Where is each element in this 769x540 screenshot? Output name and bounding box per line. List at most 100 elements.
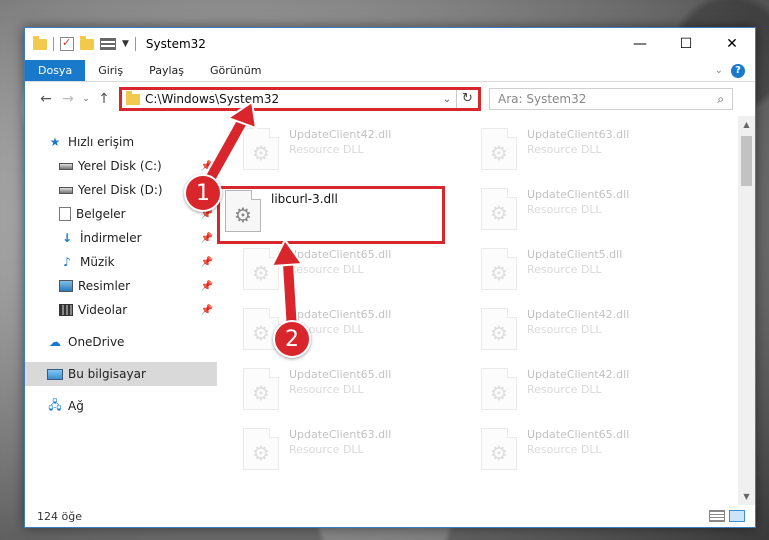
view-buttons (709, 510, 755, 522)
minimize-button[interactable]: — (617, 28, 663, 60)
file-name: UpdateClient65.dll (527, 188, 630, 201)
network-icon: 🖧 (48, 397, 62, 412)
chevron-down-icon[interactable]: ▼ (122, 39, 129, 49)
tab-home[interactable]: Giriş (85, 60, 136, 81)
gear-icon: ⚙ (490, 321, 508, 345)
file-type: Resource DLL (527, 323, 602, 336)
pin-icon[interactable]: 📌 (201, 305, 213, 316)
tab-file[interactable]: Dosya (25, 60, 86, 81)
file-name: UpdateClient65.dll (527, 428, 630, 441)
dll-file-icon: ⚙ (481, 128, 517, 170)
recent-locations-icon[interactable]: ⌄ (79, 94, 93, 104)
refresh-icon[interactable]: ↻ (456, 90, 478, 108)
details-view-icon[interactable] (709, 510, 725, 522)
file-item[interactable]: ⚙ UpdateClient63.dll Resource DLL (243, 424, 481, 484)
pin-icon[interactable]: 📌 (201, 233, 213, 244)
pin-icon[interactable]: 📌 (201, 161, 213, 172)
properties-icon[interactable] (60, 36, 74, 51)
search-icon[interactable]: ⌕ (717, 92, 724, 107)
view-options-icon[interactable] (100, 38, 116, 50)
pin-icon[interactable]: 📌 (201, 281, 213, 292)
sidebar-item-downloads[interactable]: ↓ İndirmeler 📌 (25, 226, 217, 250)
dll-file-icon: ⚙ (243, 428, 279, 470)
scroll-down-icon[interactable]: ▼ (738, 488, 755, 505)
ribbon-tabs: Dosya Giriş Paylaş Görünüm ⌄ ? (25, 60, 755, 82)
sidebar-item-label: Yerel Disk (C:) (78, 159, 162, 173)
scroll-thumb[interactable] (741, 136, 752, 186)
dll-file-icon: ⚙ (481, 308, 517, 350)
vertical-scrollbar[interactable]: ▲ ▼ (738, 116, 755, 505)
folder-icon (126, 90, 140, 105)
sidebar-item-network[interactable]: 🖧 Ağ (25, 394, 217, 418)
up-button[interactable]: ↑ (93, 91, 115, 107)
gear-icon: ⚙ (252, 261, 270, 285)
file-item[interactable]: ⚙ UpdateClient42.dll Resource DLL (481, 364, 719, 424)
sidebar-item-videos[interactable]: Videolar 📌 (25, 298, 217, 322)
file-item[interactable]: ⚙ UpdateClient65.dll Resource DLL (481, 424, 719, 484)
new-folder-icon[interactable] (80, 35, 94, 50)
file-item[interactable]: ⚙ UpdateClient65.dll Resource DLL (481, 184, 719, 244)
tab-view[interactable]: Görünüm (197, 60, 274, 81)
gear-icon: ⚙ (490, 261, 508, 285)
sidebar-item-label: Videolar (78, 303, 128, 317)
file-item[interactable]: ⚙ UpdateClient42.dll Resource DLL (481, 304, 719, 364)
gear-icon: ⚙ (490, 441, 508, 465)
sidebar-item-pictures[interactable]: Resimler 📌 (25, 274, 217, 298)
sidebar-item-label: Hızlı erişim (68, 135, 135, 149)
navigation-bar: ← → ⌄ ↑ C:\Windows\System32 ⌄ ↻ ⌕ (25, 82, 755, 116)
file-name: UpdateClient42.dll (289, 128, 392, 141)
file-name: UpdateClient42.dll (527, 368, 630, 381)
file-type: Resource DLL (289, 263, 364, 276)
chevron-down-icon[interactable]: ⌄ (438, 94, 456, 105)
large-icons-view-icon[interactable] (729, 510, 745, 522)
file-grid: ⚙ UpdateClient42.dll Resource DLL ⚙ Updat… (243, 124, 719, 484)
sidebar-item-local-disk-c[interactable]: Yerel Disk (C:) 📌 (25, 154, 217, 178)
window-title: System32 (145, 37, 206, 51)
file-name: UpdateClient65.dll (289, 308, 392, 321)
help-icon[interactable]: ? (731, 63, 745, 78)
forward-button[interactable]: → (57, 91, 79, 107)
folder-icon[interactable] (33, 35, 47, 50)
address-bar[interactable]: C:\Windows\System32 ⌄ ↻ (119, 87, 481, 111)
sidebar-item-label: Bu bilgisayar (68, 367, 146, 381)
pin-icon[interactable]: 📌 (201, 257, 213, 268)
music-icon: ♪ (63, 255, 71, 269)
sidebar-item-this-pc[interactable]: Bu bilgisayar (25, 362, 217, 386)
file-item[interactable]: ⚙ UpdateClient65.dll Resource DLL (243, 244, 481, 304)
dll-file-icon: ⚙ (243, 128, 279, 170)
search-input[interactable] (498, 92, 718, 106)
back-button[interactable]: ← (35, 91, 57, 107)
quick-access-toolbar: ▼ (33, 35, 136, 51)
toolbar-divider (53, 37, 54, 51)
file-type: Resource DLL (289, 383, 364, 396)
drive-icon (59, 162, 73, 170)
file-item[interactable]: ⚙ UpdateClient42.dll Resource DLL (243, 124, 481, 184)
search-box[interactable]: ⌕ (489, 88, 733, 110)
step-2-badge: 2 (273, 320, 311, 358)
file-list: ⚙ UpdateClient42.dll Resource DLL ⚙ Updat… (217, 116, 755, 505)
tab-share[interactable]: Paylaş (136, 60, 197, 81)
close-button[interactable]: ✕ (709, 28, 755, 60)
title-bar: ▼ System32 — ☐ ✕ (25, 28, 755, 60)
step-1-badge: 1 (184, 174, 222, 212)
file-item[interactable]: ⚙ UpdateClient63.dll Resource DLL (481, 124, 719, 184)
sidebar-item-quick-access[interactable]: ★ Hızlı erişim (25, 130, 217, 154)
file-item[interactable]: ⚙ UpdateClient65.dll Resource DLL (243, 364, 481, 424)
cloud-icon: ☁ (49, 335, 61, 349)
file-name: UpdateClient42.dll (527, 308, 630, 321)
file-type: Resource DLL (527, 263, 602, 276)
file-type: Resource DLL (527, 143, 602, 156)
maximize-button[interactable]: ☐ (663, 28, 709, 60)
expand-ribbon-icon[interactable]: ⌄ (715, 65, 723, 76)
dll-file-icon: ⚙ (481, 188, 517, 230)
navigation-pane: ★ Hızlı erişim Yerel Disk (C:) 📌 Yerel D… (25, 116, 217, 505)
scroll-up-icon[interactable]: ▲ (738, 116, 755, 133)
sidebar-item-music[interactable]: ♪ Müzik 📌 (25, 250, 217, 274)
file-item[interactable]: ⚙ UpdateClient5.dll Resource DLL (481, 244, 719, 304)
sidebar-item-onedrive[interactable]: ☁ OneDrive (25, 330, 217, 354)
computer-icon (47, 368, 63, 380)
window-controls: — ☐ ✕ (617, 28, 755, 60)
sidebar-item-label: İndirmeler (80, 231, 142, 245)
address-path[interactable]: C:\Windows\System32 (145, 92, 438, 106)
file-name: UpdateClient65.dll (289, 248, 392, 261)
